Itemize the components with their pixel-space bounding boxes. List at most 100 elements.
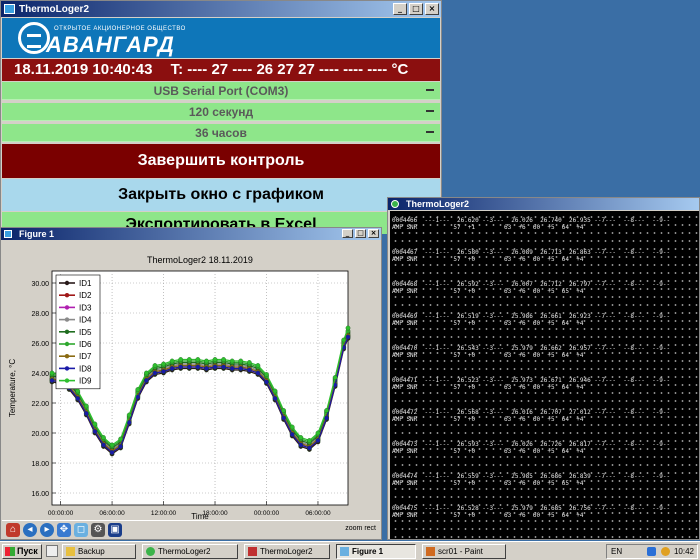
console-line: 0004475 ---1--- 26.528 --3--- 25.979 26.… [392, 505, 671, 512]
maximize-button[interactable]: □ [355, 229, 366, 238]
console-line: AMP SNR 57 +0 63 +6 60 +5 64 +4 [392, 320, 584, 327]
quicklaunch-desktop-icon[interactable] [46, 545, 58, 557]
system-tray: EN 10:42 [606, 544, 698, 559]
x-tick-label: 12:00:00 [151, 510, 177, 517]
language-indicator[interactable]: EN [611, 545, 622, 558]
console-window: ThermoLoger2 0004466 ---1--- 26.620 --3-… [387, 197, 700, 540]
console-line: AMP SNR 57 +0 63 +6 60 +5 64 +4 [392, 352, 584, 359]
console-line: 0004471 ---1--- 26.523 --3--- 25.973 26.… [392, 377, 671, 384]
dropdown-icon[interactable] [426, 110, 434, 112]
data-point-id9 [126, 412, 132, 418]
data-point-id9 [161, 361, 166, 367]
taskbar-item-label: scr01 - Paint [438, 547, 483, 556]
data-point-id9 [272, 388, 278, 394]
data-point-id9 [298, 435, 304, 440]
legend-label: ID7 [79, 352, 92, 361]
data-point-id8 [229, 366, 235, 371]
legend-marker-id1 [64, 280, 70, 286]
data-point-id8 [264, 379, 269, 385]
close-graph-button[interactable]: Закрыть окно с графиком [2, 179, 440, 211]
data-point-id9 [246, 360, 252, 365]
data-point-id8 [246, 367, 252, 373]
port-select[interactable]: USB Serial Port (COM3) [2, 82, 440, 100]
duration-select[interactable]: 36 часов [2, 124, 440, 142]
data-point-id8 [204, 366, 209, 371]
legend-marker-id6 [64, 341, 70, 347]
dropdown-icon[interactable] [426, 131, 434, 133]
console-output: 0004466 ---1--- 26.620 --3--- 26.026 26.… [390, 211, 699, 539]
close-button[interactable]: × [368, 229, 379, 238]
status-datetime: 18.11.2019 10:40:43 [14, 61, 153, 78]
data-point-id9 [92, 421, 98, 427]
data-point-id8 [118, 444, 123, 449]
taskbar-item-paint[interactable]: scr01 - Paint [422, 544, 506, 559]
configure-icon[interactable]: ⚙ [91, 523, 105, 537]
legend-marker-id5 [64, 329, 70, 334]
data-point-id9 [264, 372, 269, 377]
data-point-id8 [307, 445, 312, 451]
data-point-id8 [221, 364, 226, 370]
taskbar-item-figure[interactable]: Figure 1 [336, 544, 416, 559]
figure-window-title: Figure 1 [19, 229, 55, 239]
save-icon[interactable]: ▣ [108, 523, 122, 537]
console-titlebar[interactable]: ThermoLoger2 [388, 198, 699, 210]
home-icon[interactable]: ⌂ [6, 523, 20, 537]
data-point-id9 [135, 387, 141, 392]
data-point-id9 [83, 403, 89, 409]
data-point-id8 [324, 415, 329, 421]
console-line: AMP SNR 57 +0 63 +6 60 +5 64 +4 [392, 256, 584, 263]
forward-icon[interactable]: ▸ [40, 523, 54, 537]
folder-icon [66, 547, 75, 556]
legend-label: ID5 [79, 328, 92, 337]
dropdown-icon[interactable] [426, 89, 434, 91]
data-point-id9 [221, 357, 226, 362]
close-button[interactable]: × [425, 3, 439, 15]
console-window-title: ThermoLoger2 [406, 199, 470, 209]
taskbar-item-backup[interactable]: Backup [62, 544, 136, 559]
legend-label: ID6 [79, 340, 92, 349]
data-point-id9 [204, 358, 209, 364]
back-icon[interactable]: ◂ [23, 523, 37, 537]
data-point-id8 [144, 378, 149, 383]
temperature-chart: ThermoLoger2 18.11.2019 Time Temperature… [2, 241, 380, 521]
status-temperatures: T: ---- 27 ---- 26 27 27 ---- ---- ---- … [170, 61, 409, 78]
data-point-id9 [178, 357, 184, 362]
duration-select-value: 36 часов [195, 126, 247, 140]
start-button[interactable]: Пуск [2, 544, 42, 559]
thermologer-main-window: ThermoLoger2 _ □ × ОТКРЫТОЕ АКЦИОНЕРНОЕ … [0, 0, 442, 234]
data-point-id9 [307, 438, 312, 443]
data-point-id9 [109, 442, 115, 448]
legend-label: ID3 [79, 303, 92, 312]
figure-titlebar[interactable]: Figure 1 _ □ × [1, 228, 381, 240]
data-point-id9 [49, 370, 55, 376]
interval-select[interactable]: 120 секунд [2, 103, 440, 121]
data-point-id8 [289, 432, 295, 437]
pan-icon[interactable]: ✥ [57, 523, 71, 537]
minimize-button[interactable]: _ [393, 3, 407, 15]
main-titlebar[interactable]: ThermoLoger2 _ □ × [1, 1, 441, 17]
network-icon[interactable] [647, 547, 656, 556]
data-point-id9 [229, 358, 235, 364]
data-point-id8 [238, 366, 244, 371]
data-point-id9 [341, 337, 347, 343]
y-tick-label: 18.00 [31, 461, 49, 468]
data-point-id9 [169, 358, 175, 364]
stop-monitoring-button[interactable]: Завершить контроль [2, 144, 440, 178]
data-point-id8 [272, 396, 278, 401]
data-point-id9 [212, 357, 218, 362]
minimize-button[interactable]: _ [342, 229, 353, 238]
data-point-id8 [186, 364, 192, 370]
volume-icon[interactable] [661, 547, 670, 556]
maximize-button[interactable]: □ [409, 3, 423, 15]
paint-icon [426, 547, 435, 556]
data-point-id8 [92, 429, 98, 434]
console-line: AMP SNR 57 +0 63 +6 60 +5 65 +4 [392, 288, 584, 295]
interval-select-value: 120 секунд [188, 105, 254, 119]
legend-marker-id3 [64, 305, 70, 310]
temperature-status-bar: 18.11.2019 10:40:43 T: ---- 27 ---- 26 2… [2, 59, 440, 81]
zoom-icon[interactable]: ◻ [74, 523, 88, 537]
taskbar-item-thermologer-2[interactable]: ThermoLoger2 [244, 544, 330, 559]
taskbar-item-thermologer-1[interactable]: ThermoLoger2 [142, 544, 238, 559]
port-select-value: USB Serial Port (COM3) [153, 84, 289, 98]
data-point-id9 [289, 424, 295, 430]
